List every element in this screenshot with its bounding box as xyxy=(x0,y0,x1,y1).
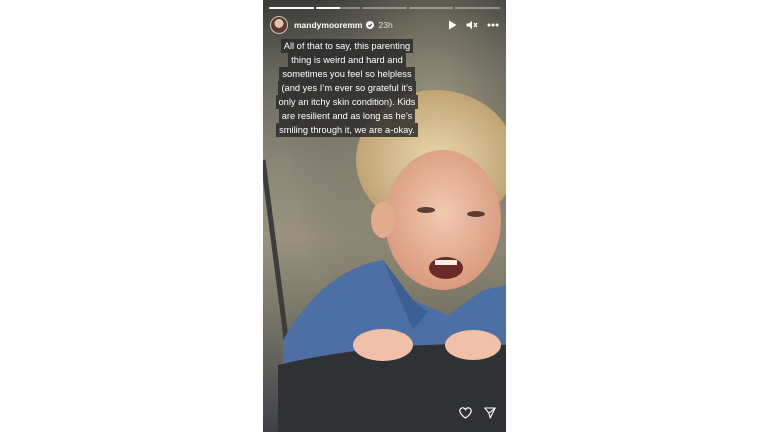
caption-line: thing is weird and hard and xyxy=(288,53,406,67)
caption-line: only an itchy skin condition). Kids xyxy=(275,95,419,109)
timestamp: 23h xyxy=(378,20,393,30)
avatar[interactable] xyxy=(270,16,288,34)
progress-segment xyxy=(269,7,314,9)
verified-badge-icon xyxy=(365,21,374,29)
progress-segment xyxy=(315,7,361,9)
caption-line: All of that to say, this parenting xyxy=(280,39,414,53)
more-icon[interactable] xyxy=(487,23,499,27)
caption-line: are resilient and as long as he’s xyxy=(278,109,416,123)
play-icon[interactable] xyxy=(448,20,457,30)
progress-segment xyxy=(408,7,454,9)
story-footer xyxy=(459,406,496,424)
story-caption: All of that to say, this parenting thing… xyxy=(272,39,422,137)
caption-line: (and yes I’m ever so grateful it’s xyxy=(278,81,416,95)
heart-icon[interactable] xyxy=(459,406,472,424)
caption-line: smiling through it, we are a-okay. xyxy=(276,123,418,137)
send-icon[interactable] xyxy=(484,406,496,424)
caption-line: sometimes you feel so helpless xyxy=(279,67,415,81)
story-viewer[interactable]: mandymooremm 23h All of that to say, thi… xyxy=(263,0,506,432)
username-link[interactable]: mandymooremm xyxy=(294,20,363,30)
story-progress-bar xyxy=(269,7,500,9)
story-header: mandymooremm 23h xyxy=(270,14,499,36)
progress-segment xyxy=(455,7,500,9)
progress-segment xyxy=(362,7,407,9)
mute-icon[interactable] xyxy=(466,20,478,30)
